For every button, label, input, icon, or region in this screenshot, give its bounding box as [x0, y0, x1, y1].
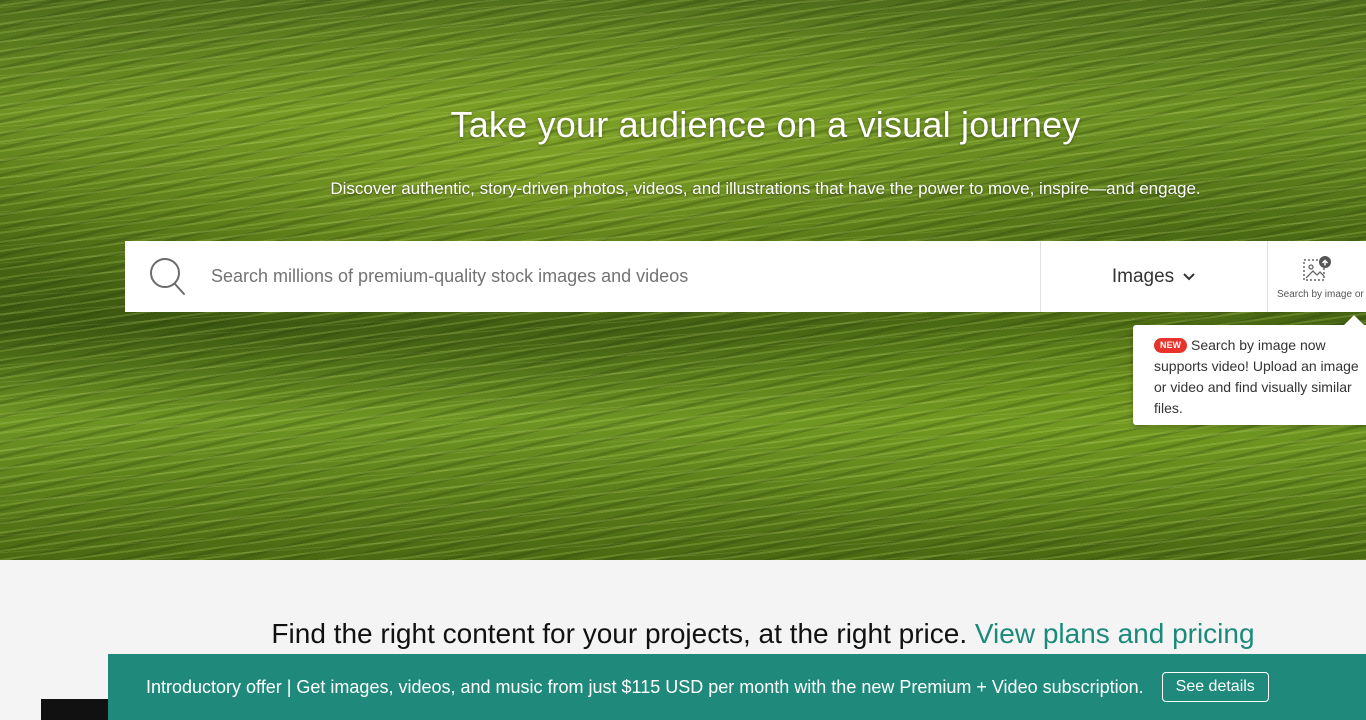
image-upload-icon [1302, 254, 1332, 289]
media-type-dropdown[interactable]: Images [1040, 241, 1267, 312]
view-plans-link[interactable]: View plans and pricing [975, 618, 1255, 649]
content-thumbnail [41, 699, 111, 720]
see-details-button[interactable]: See details [1161, 672, 1269, 702]
new-badge: NEW [1154, 338, 1187, 353]
search-by-image-button[interactable]: Search by image or video [1267, 241, 1366, 312]
hero-title: Take your audience on a visual journey [450, 104, 1081, 145]
pricing-text: Find the right content for your projects… [271, 618, 968, 649]
search-input[interactable] [211, 241, 1040, 312]
pricing-headline: Find the right content for your projects… [0, 618, 1366, 650]
search-bar: Images Search by image or video [125, 241, 1366, 312]
media-type-label: Images [1111, 265, 1175, 287]
promo-banner: Introductory offer | Get images, videos,… [108, 654, 1366, 720]
chevron-down-icon [1182, 266, 1196, 288]
search-by-image-tooltip: NEW Search by image now supports video! U… [1133, 325, 1366, 425]
hero-subtitle: Discover authentic, story-driven photos,… [330, 179, 1201, 198]
hero-banner: Take your audience on a visual journey D… [0, 0, 1366, 560]
search-by-image-label: Search by image or video [1277, 288, 1366, 300]
search-icon[interactable] [125, 241, 211, 312]
promo-text: Introductory offer | Get images, videos,… [146, 676, 1144, 697]
